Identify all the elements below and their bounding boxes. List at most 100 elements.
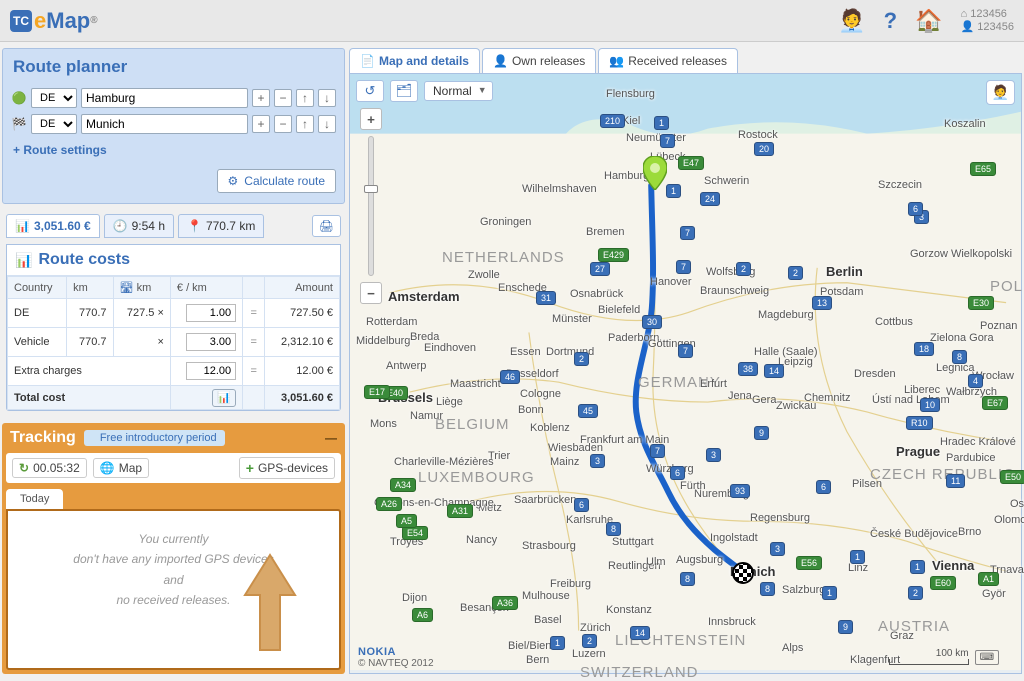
city-label: Luzern	[572, 648, 606, 660]
city-label: Braunschweig	[700, 285, 769, 297]
tab-received-releases[interactable]: 👥Received releases	[598, 48, 738, 73]
city-label: Magdeburg	[758, 309, 814, 321]
city-label: Bremen	[586, 226, 625, 238]
zoom-handle[interactable]	[364, 185, 378, 193]
map-support-button[interactable]: 🧑‍💼	[986, 80, 1015, 105]
recalc-button[interactable]: 📊	[212, 389, 236, 407]
start-country-select[interactable]: DE	[31, 88, 77, 108]
tracking-refresh-timer[interactable]: 00.05:32	[12, 458, 87, 478]
route-planner-title: Route planner	[3, 49, 344, 85]
road-shield: 3	[770, 542, 785, 556]
city-label: Erfurt	[700, 378, 727, 390]
end-remove-button[interactable]: −	[274, 115, 292, 133]
end-add-button[interactable]: +	[252, 115, 270, 133]
road-shield: E17	[364, 385, 390, 399]
zoom-in-button[interactable]: +	[360, 108, 382, 130]
summary-distance-tab[interactable]: 📍770.7 km	[178, 214, 264, 238]
city-label: Pardubice	[946, 452, 996, 464]
road-shield: 20	[754, 142, 774, 156]
city-label: Schwerin	[704, 175, 749, 187]
city-label: Zielona Gora	[930, 332, 994, 344]
clock-icon: 🕘	[113, 219, 128, 233]
tracking-panel: Tracking Free introductory period — 00.0…	[2, 423, 345, 674]
city-label: Brno	[958, 526, 981, 538]
road-shield: 2	[736, 262, 751, 276]
city-label: Dijon	[402, 592, 427, 604]
road-shield: 2	[788, 266, 803, 280]
th-country: Country	[8, 277, 67, 299]
summary-time-tab[interactable]: 🕘9:54 h	[104, 214, 174, 238]
tracking-tab-today[interactable]: Today	[6, 489, 63, 509]
map-canvas[interactable]: ↺ 🗂 Normal + − 🧑‍💼	[349, 73, 1022, 674]
city-label: Chemnitz	[804, 392, 850, 404]
country-label: SWITZERLAND	[580, 664, 699, 681]
zoom-slider[interactable]	[368, 136, 374, 276]
cost-row-de: DE 770.7 727.5 × = 727.50 €	[8, 299, 340, 328]
zoom-out-button[interactable]: −	[360, 282, 382, 304]
home-icon[interactable]: 🏠	[915, 8, 942, 34]
route-settings-toggle[interactable]: Route settings	[3, 137, 344, 163]
rate-extra-input[interactable]	[186, 362, 236, 380]
support-icon[interactable]: 🧑‍💼	[838, 8, 865, 34]
end-city-select[interactable]: Munich	[81, 114, 248, 134]
road-shield: E429	[598, 248, 629, 262]
city-label: Zürich	[580, 622, 611, 634]
city-label: Rostock	[738, 129, 778, 141]
tracking-map-button[interactable]: Map	[93, 458, 149, 478]
route-end-pin[interactable]	[732, 562, 754, 584]
map-cycle-button[interactable]: ↺	[356, 80, 384, 102]
start-city-select[interactable]: Hamburg	[81, 88, 248, 108]
road-shield: R10	[906, 416, 933, 430]
th-km: km	[67, 277, 113, 299]
road-shield: E56	[796, 556, 822, 570]
map-layers-button[interactable]: 🗂	[390, 80, 418, 102]
road-shield: 18	[914, 342, 934, 356]
tab-map-details[interactable]: 📄Map and details	[349, 48, 480, 73]
city-label: Stuttgart	[612, 536, 654, 548]
start-remove-button[interactable]: −	[274, 89, 292, 107]
route-start-pin[interactable]	[643, 156, 667, 193]
city-label: Gera	[752, 394, 776, 406]
print-button[interactable]: 🖨	[312, 215, 341, 237]
city-label: Gorzow Wielkopolski	[910, 248, 1012, 260]
map-toolbar: ↺ 🗂 Normal	[356, 80, 493, 102]
help-icon[interactable]: ?	[884, 8, 897, 34]
rate-de-input[interactable]	[186, 304, 236, 322]
city-label: Bonn	[518, 404, 544, 416]
end-move-up-button[interactable]: ↑	[296, 115, 314, 133]
calculate-route-button[interactable]: Calculate route	[217, 169, 336, 193]
country-label: NETHERLANDS	[442, 249, 565, 266]
tracking-minimize-button[interactable]: —	[325, 431, 337, 445]
road-shield: E67	[982, 396, 1008, 410]
road-shield: 6	[574, 498, 589, 512]
city-label: Pilsen	[852, 478, 882, 490]
road-shield: 27	[590, 262, 610, 276]
start-move-down-button[interactable]: ↓	[318, 89, 336, 107]
end-move-down-button[interactable]: ↓	[318, 115, 336, 133]
start-move-up-button[interactable]: ↑	[296, 89, 314, 107]
map-keyboard-button[interactable]: ⌨	[975, 650, 999, 665]
tracking-gps-button[interactable]: GPS-devices	[239, 457, 335, 479]
map-style-select[interactable]: Normal	[424, 81, 493, 101]
rate-vehicle-input[interactable]	[186, 333, 236, 351]
tracking-badge: Free introductory period	[84, 430, 225, 446]
received-releases-icon: 👥	[609, 54, 624, 68]
road-shield: E54	[402, 526, 428, 540]
city-label: Wiesbaden	[548, 442, 603, 454]
city-label: Zwolle	[468, 269, 500, 281]
city-label: Essen	[510, 346, 541, 358]
start-add-button[interactable]: +	[252, 89, 270, 107]
city-label: Jena	[728, 390, 752, 402]
app-header: TC eeMapMap® 🧑‍💼 ? 🏠 123456 123456	[0, 0, 1024, 42]
city-label: Antwerp	[386, 360, 426, 372]
city-label: Basel	[534, 614, 562, 626]
road-shield: 10	[920, 398, 940, 412]
summary-cost-tab[interactable]: 📊3,051.60 €	[6, 214, 100, 238]
th-hwy: 🛣 km	[113, 277, 170, 299]
country-label: AUSTRIA	[878, 618, 950, 635]
city-label: Liège	[436, 396, 463, 408]
tab-own-releases[interactable]: 👤Own releases	[482, 48, 596, 73]
city-label: Eindhoven	[424, 342, 476, 354]
road-shield: 1	[850, 550, 865, 564]
end-country-select[interactable]: DE	[31, 114, 77, 134]
